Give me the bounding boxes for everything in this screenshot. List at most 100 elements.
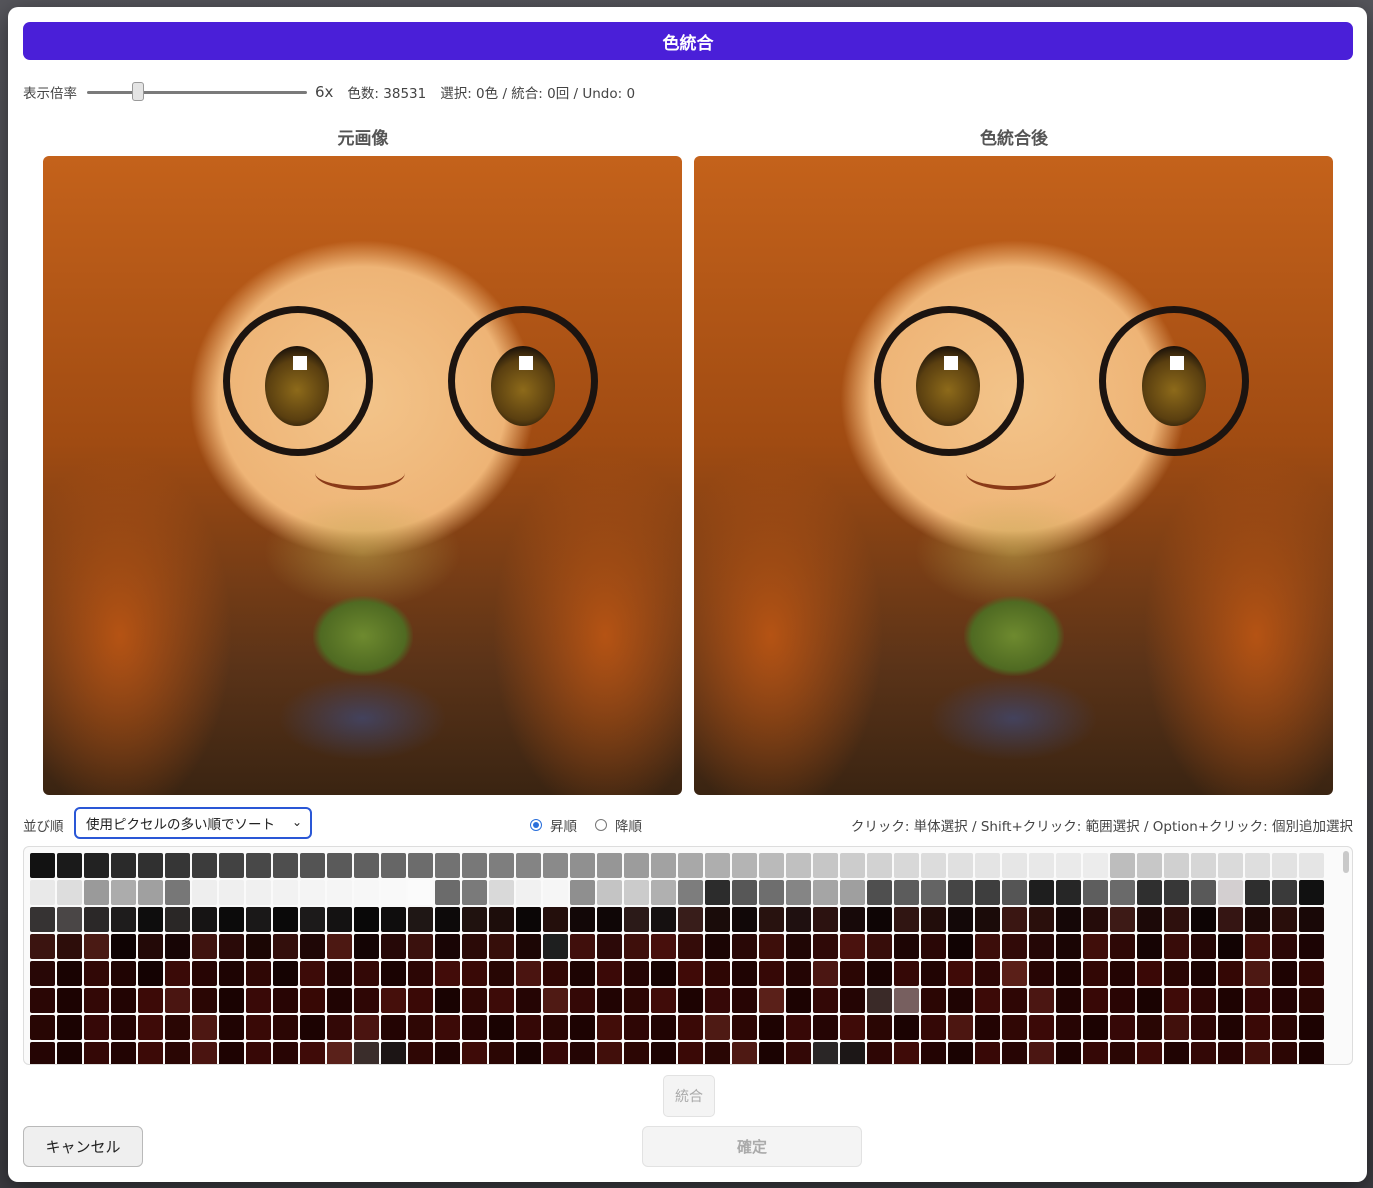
color-swatch[interactable] xyxy=(840,988,865,1013)
color-swatch[interactable] xyxy=(597,1015,622,1040)
color-swatch[interactable] xyxy=(462,934,487,959)
color-swatch[interactable] xyxy=(57,907,82,932)
color-swatch[interactable] xyxy=(1218,907,1243,932)
color-swatch[interactable] xyxy=(867,934,892,959)
color-swatch[interactable] xyxy=(1110,853,1135,878)
color-swatch[interactable] xyxy=(1137,961,1162,986)
color-swatch[interactable] xyxy=(462,961,487,986)
color-swatch[interactable] xyxy=(462,880,487,905)
ascending-radio[interactable] xyxy=(530,819,542,831)
color-swatch[interactable] xyxy=(30,1042,55,1064)
color-swatch[interactable] xyxy=(705,961,730,986)
color-swatch[interactable] xyxy=(1299,1042,1324,1064)
color-swatch[interactable] xyxy=(84,961,109,986)
color-swatch[interactable] xyxy=(597,934,622,959)
color-swatch[interactable] xyxy=(1029,853,1054,878)
color-swatch[interactable] xyxy=(192,934,217,959)
color-swatch[interactable] xyxy=(1218,961,1243,986)
color-swatch[interactable] xyxy=(138,934,163,959)
color-swatch[interactable] xyxy=(786,853,811,878)
color-swatch[interactable] xyxy=(1110,880,1135,905)
color-swatch[interactable] xyxy=(300,853,325,878)
color-swatch[interactable] xyxy=(678,907,703,932)
color-swatch[interactable] xyxy=(84,880,109,905)
color-swatch[interactable] xyxy=(489,853,514,878)
color-swatch[interactable] xyxy=(84,1042,109,1064)
color-swatch[interactable] xyxy=(1218,934,1243,959)
color-swatch[interactable] xyxy=(1029,1042,1054,1064)
color-swatch[interactable] xyxy=(516,1042,541,1064)
color-swatch[interactable] xyxy=(57,934,82,959)
color-swatch[interactable] xyxy=(570,961,595,986)
color-swatch[interactable] xyxy=(1218,988,1243,1013)
color-swatch[interactable] xyxy=(921,961,946,986)
color-swatch[interactable] xyxy=(948,907,973,932)
color-swatch[interactable] xyxy=(948,880,973,905)
color-swatch[interactable] xyxy=(840,880,865,905)
color-swatch[interactable] xyxy=(381,880,406,905)
color-swatch[interactable] xyxy=(1191,934,1216,959)
color-swatch[interactable] xyxy=(759,907,784,932)
color-swatch[interactable] xyxy=(489,1042,514,1064)
color-swatch[interactable] xyxy=(948,934,973,959)
color-swatch[interactable] xyxy=(1245,1015,1270,1040)
color-swatch[interactable] xyxy=(867,988,892,1013)
color-swatch[interactable] xyxy=(1164,961,1189,986)
color-swatch[interactable] xyxy=(813,1015,838,1040)
color-swatch[interactable] xyxy=(354,880,379,905)
color-swatch[interactable] xyxy=(1299,961,1324,986)
color-swatch[interactable] xyxy=(1110,961,1135,986)
color-swatch[interactable] xyxy=(597,1042,622,1064)
color-swatch[interactable] xyxy=(192,988,217,1013)
color-swatch[interactable] xyxy=(219,907,244,932)
color-swatch[interactable] xyxy=(462,853,487,878)
color-swatch[interactable] xyxy=(381,1042,406,1064)
color-swatch[interactable] xyxy=(1002,988,1027,1013)
color-swatch[interactable] xyxy=(489,880,514,905)
color-swatch[interactable] xyxy=(705,1042,730,1064)
color-swatch[interactable] xyxy=(678,880,703,905)
color-swatch[interactable] xyxy=(1083,907,1108,932)
color-swatch[interactable] xyxy=(1110,934,1135,959)
color-swatch[interactable] xyxy=(1218,853,1243,878)
color-swatch[interactable] xyxy=(219,1042,244,1064)
color-swatch[interactable] xyxy=(435,880,460,905)
color-swatch[interactable] xyxy=(732,988,757,1013)
color-swatch[interactable] xyxy=(678,1042,703,1064)
color-swatch[interactable] xyxy=(543,853,568,878)
color-swatch[interactable] xyxy=(948,853,973,878)
color-swatch[interactable] xyxy=(867,907,892,932)
merge-button[interactable]: 統合 xyxy=(663,1075,715,1117)
color-swatch[interactable] xyxy=(1245,880,1270,905)
color-swatch[interactable] xyxy=(894,880,919,905)
color-swatch[interactable] xyxy=(381,1015,406,1040)
color-swatch[interactable] xyxy=(597,961,622,986)
color-swatch[interactable] xyxy=(462,988,487,1013)
color-swatch[interactable] xyxy=(300,961,325,986)
color-swatch[interactable] xyxy=(192,907,217,932)
color-swatch[interactable] xyxy=(273,934,298,959)
color-swatch[interactable] xyxy=(1137,1042,1162,1064)
color-swatch[interactable] xyxy=(1083,853,1108,878)
color-swatch[interactable] xyxy=(921,1042,946,1064)
color-swatch[interactable] xyxy=(543,907,568,932)
color-swatch[interactable] xyxy=(1191,1042,1216,1064)
color-swatch[interactable] xyxy=(543,1015,568,1040)
color-swatch[interactable] xyxy=(1056,907,1081,932)
color-swatch[interactable] xyxy=(678,961,703,986)
color-swatch[interactable] xyxy=(408,907,433,932)
color-swatch[interactable] xyxy=(570,934,595,959)
color-swatch[interactable] xyxy=(570,1015,595,1040)
color-swatch[interactable] xyxy=(516,907,541,932)
color-swatch[interactable] xyxy=(1272,1042,1297,1064)
color-swatch[interactable] xyxy=(651,934,676,959)
color-swatch[interactable] xyxy=(1164,907,1189,932)
color-swatch[interactable] xyxy=(1029,961,1054,986)
color-swatch[interactable] xyxy=(300,880,325,905)
color-swatch[interactable] xyxy=(651,1015,676,1040)
color-swatch[interactable] xyxy=(786,934,811,959)
color-swatch[interactable] xyxy=(894,988,919,1013)
color-swatch[interactable] xyxy=(354,853,379,878)
sort-descending-option[interactable]: 降順 xyxy=(595,815,642,835)
color-swatch[interactable] xyxy=(327,907,352,932)
